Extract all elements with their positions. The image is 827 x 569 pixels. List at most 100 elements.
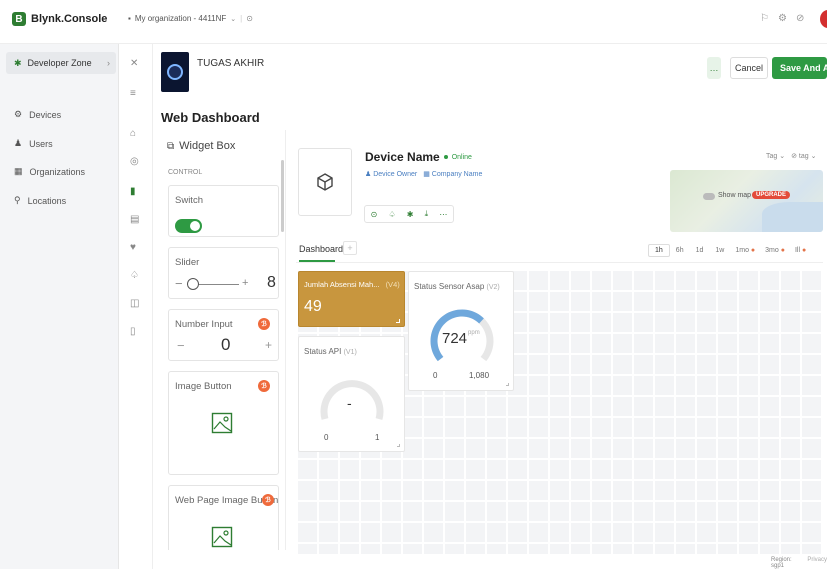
tag-add[interactable]: ⊘ tag ⌄ [791, 152, 816, 160]
resize-handle[interactable] [397, 444, 400, 447]
gauge-arc [320, 380, 384, 420]
help-icon[interactable]: ⊘ [796, 13, 804, 24]
pro-badge-icon: ℬ [258, 380, 270, 392]
time-range-custom-label: Ill [794, 247, 801, 254]
widget-image-button-label: Image Button [175, 381, 232, 392]
more-icon[interactable]: ⋯ [439, 210, 447, 219]
device-owner[interactable]: ♟ Device Owner [365, 170, 417, 178]
time-range-1mo[interactable]: 1mo ● [730, 244, 760, 257]
stepper-plus-button[interactable]: + [265, 338, 272, 352]
upgrade-badge[interactable]: UPGRADE [752, 191, 791, 199]
add-tab-button[interactable]: + [343, 241, 357, 255]
close-icon[interactable]: ✕ [130, 58, 142, 70]
stepper-minus-button[interactable]: − [177, 338, 185, 353]
mobile-icon[interactable]: ▯ [130, 326, 142, 338]
info-icon[interactable]: ⊙ [371, 210, 378, 219]
developer-icon[interactable]: ✱ [407, 210, 414, 219]
time-range-3mo-label: 3mo [765, 247, 779, 254]
automation-icon[interactable]: ◫ [130, 298, 142, 310]
chevron-down-icon: ⌄ [230, 15, 237, 23]
tab-dashboard[interactable]: Dashboard [299, 244, 343, 254]
resize-handle[interactable] [506, 383, 509, 386]
slider-minus-button[interactable]: − [175, 276, 183, 291]
more-button[interactable]: … [707, 57, 721, 79]
slider-plus-button[interactable]: + [242, 277, 248, 289]
widget-number-input-label: Number Input [175, 319, 233, 330]
time-range-custom[interactable]: Ill ● [790, 244, 811, 257]
events-icon[interactable]: ♥ [130, 242, 142, 254]
tile-title-text: Status API [304, 347, 342, 356]
widget-number-input[interactable]: Number Input ℬ − 0 + [168, 309, 279, 361]
widget-web-page-image-button[interactable]: Web Page Image Button ℬ [168, 485, 279, 550]
brand-name: Blynk.Console [31, 13, 108, 25]
switch-knob [190, 221, 200, 231]
slider-handle[interactable] [187, 278, 199, 290]
tile-pin: (V2) [486, 284, 500, 291]
tag-filter[interactable]: Tag ⌄ [766, 152, 785, 160]
save-and-apply-button[interactable]: Save And Apply [772, 57, 827, 79]
widget-gauge-tile[interactable]: Status Sensor Asap (V2) 724 ppm 0 1,080 [408, 271, 514, 391]
widget-box-scrollbar[interactable] [281, 160, 284, 232]
bell-icon[interactable]: ⚐ [760, 13, 769, 24]
metadata-icon[interactable]: ▤ [130, 214, 142, 226]
left-sidebar: ✱ Developer Zone › ⚙ Devices ♟ Users ▦ O… [0, 44, 119, 569]
device-image[interactable] [298, 148, 352, 216]
time-range-3mo[interactable]: 3mo ● [760, 244, 790, 257]
template-image[interactable] [161, 52, 189, 92]
users-icon: ♟ [14, 138, 23, 148]
slider-value: 8 [267, 274, 276, 291]
dashboard-icon[interactable]: ▮ [130, 186, 142, 198]
gauge-min: 0 [324, 433, 329, 442]
widget-box-title: Widget Box [179, 140, 236, 152]
switch-toggle[interactable] [175, 219, 202, 233]
developer-zone-item[interactable]: ✱ Developer Zone › [6, 52, 116, 74]
sidebar-item-organizations[interactable]: ▦ Organizations [14, 166, 85, 177]
notifications-icon[interactable]: ♤ [130, 270, 142, 282]
widget-gauge-tile[interactable]: Status API (V1) - 0 1 [298, 336, 405, 452]
sidebar-item-users[interactable]: ♟ Users [14, 138, 53, 149]
datastreams-icon[interactable]: ◎ [130, 156, 142, 168]
time-range-selector: 1h 6h 1d 1w 1mo ● 3mo ● Ill ● [648, 244, 811, 257]
show-map-label: Show map [718, 192, 752, 199]
widget-slider[interactable]: Slider − + 8 [168, 247, 279, 299]
privacy-link[interactable]: Privacy [807, 557, 827, 569]
image-placeholder-icon [211, 526, 233, 548]
divider: | [240, 14, 243, 23]
map-preview[interactable]: Show map UPGRADE [670, 170, 823, 232]
settings-circle-icon[interactable]: ⊙ [246, 14, 253, 23]
image-placeholder-icon [211, 412, 233, 434]
tag-add-label: tag [798, 153, 809, 160]
cancel-button[interactable]: Cancel [730, 57, 768, 79]
widget-label-tile[interactable]: Jumlah Absensi Mah... (V4) 49 [298, 271, 405, 327]
show-map-toggle[interactable] [703, 193, 715, 200]
time-range-1h[interactable]: 1h [648, 244, 670, 257]
pro-dot-icon: ● [780, 247, 785, 254]
device-actions: ⊙ ♤ ✱ ⤓ ⋯ [364, 205, 454, 223]
tile-pin: (V1) [343, 349, 357, 356]
org-selector[interactable]: ▪ My organization - 4411NF ⌄ | ⊙ [128, 14, 253, 23]
devices-icon: ⚙ [14, 109, 23, 119]
org-selector-label: My organization - 4411NF [134, 14, 227, 23]
gauge-unit: ppm [468, 330, 480, 336]
home-icon[interactable]: ⌂ [130, 128, 142, 140]
resize-handle[interactable] [396, 319, 400, 323]
time-range-6h[interactable]: 6h [670, 244, 690, 257]
widget-image-button[interactable]: Image Button ℬ [168, 371, 279, 475]
logo[interactable]: B [12, 12, 26, 26]
widget-switch[interactable]: Switch [168, 185, 279, 237]
gauge-max: 1,080 [469, 371, 490, 380]
company-name[interactable]: ▦ Company Name [423, 170, 482, 178]
tile-value: 49 [304, 298, 322, 315]
sidebar-item-locations[interactable]: ⚲ Locations [14, 195, 66, 206]
company-icon: ▦ [423, 171, 430, 178]
time-range-1w[interactable]: 1w [709, 244, 730, 257]
avatar[interactable] [820, 10, 827, 28]
notification-icon[interactable]: ♤ [388, 210, 395, 219]
time-range-1d[interactable]: 1d [690, 244, 710, 257]
widget-box: ⧉ Widget Box CONTROL Switch Slider − + 8… [161, 130, 286, 550]
download-icon[interactable]: ⤓ [425, 209, 429, 219]
settings-icon[interactable]: ⚙ [778, 13, 787, 24]
sidebar-item-devices[interactable]: ⚙ Devices [14, 109, 61, 120]
menu-icon[interactable]: ≡ [130, 88, 142, 100]
tile-title-text: Jumlah Absensi Mah... [304, 280, 380, 289]
